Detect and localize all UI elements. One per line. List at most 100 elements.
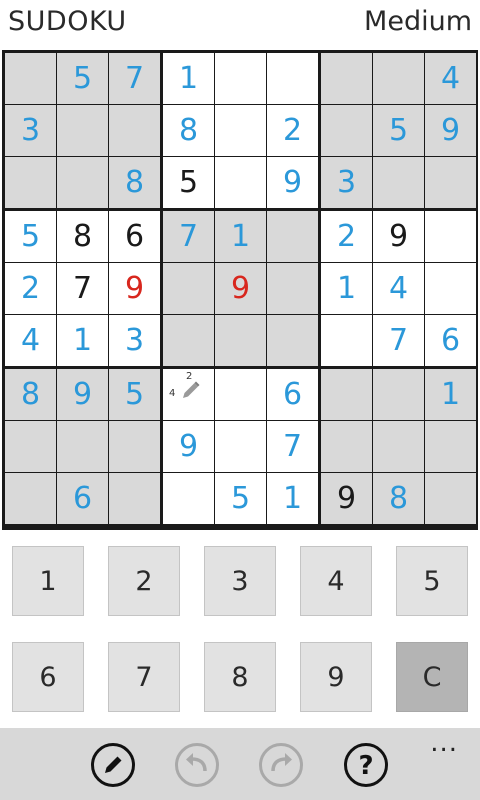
number-key-8[interactable]: 8 — [204, 642, 276, 712]
grid-cell-r3c9[interactable] — [425, 157, 476, 208]
grid-cell-r9c8[interactable]: 8 — [373, 473, 424, 524]
grid-cell-r9c5[interactable]: 5 — [215, 473, 266, 524]
grid-cell-r5c5[interactable]: 9 — [215, 263, 266, 314]
grid-cell-r9c9[interactable] — [425, 473, 476, 524]
grid-cell-r8c4[interactable]: 9 — [163, 421, 214, 472]
grid-cell-r9c6[interactable]: 1 — [267, 473, 318, 524]
undo-button[interactable] — [174, 742, 220, 788]
grid-cell-r6c1[interactable]: 4 — [5, 315, 56, 366]
grid-cell-r5c7[interactable]: 1 — [321, 263, 372, 314]
grid-cell-r4c7[interactable]: 2 — [321, 211, 372, 262]
grid-cell-r7c7[interactable] — [321, 369, 372, 420]
grid-cell-r7c9[interactable]: 1 — [425, 369, 476, 420]
number-key-4[interactable]: 4 — [300, 546, 372, 616]
grid-cell-r2c5[interactable] — [215, 105, 266, 156]
number-key-5[interactable]: 5 — [396, 546, 468, 616]
grid-cell-r7c4[interactable]: 24 — [163, 369, 214, 420]
grid-cell-r4c5[interactable]: 1 — [215, 211, 266, 262]
grid-cell-r6c9[interactable]: 6 — [425, 315, 476, 366]
grid-cell-r4c3[interactable]: 6 — [109, 211, 160, 262]
grid-cell-r8c6[interactable]: 7 — [267, 421, 318, 472]
redo-button[interactable] — [258, 742, 304, 788]
grid-cell-r3c6[interactable]: 9 — [267, 157, 318, 208]
grid-cell-r3c7[interactable]: 3 — [321, 157, 372, 208]
grid-cell-r1c3[interactable]: 7 — [109, 53, 160, 104]
number-key-6[interactable]: 6 — [12, 642, 84, 712]
grid-cell-r3c8[interactable] — [373, 157, 424, 208]
grid-cell-r9c3[interactable] — [109, 473, 160, 524]
grid-cell-r2c7[interactable] — [321, 105, 372, 156]
grid-cell-r3c4[interactable]: 5 — [163, 157, 214, 208]
grid-cell-r6c5[interactable] — [215, 315, 266, 366]
grid-cell-r1c2[interactable]: 5 — [57, 53, 108, 104]
grid-cell-r3c5[interactable] — [215, 157, 266, 208]
grid-cell-r8c2[interactable] — [57, 421, 108, 472]
grid-cell-r5c2[interactable]: 7 — [57, 263, 108, 314]
grid-cell-r7c8[interactable] — [373, 369, 424, 420]
grid-cell-r8c9[interactable] — [425, 421, 476, 472]
grid-cell-r5c3[interactable]: 9 — [109, 263, 160, 314]
grid-cell-r5c8[interactable]: 4 — [373, 263, 424, 314]
grid-cell-r5c9[interactable] — [425, 263, 476, 314]
grid-cell-r6c3[interactable]: 3 — [109, 315, 160, 366]
grid-cell-r2c6[interactable]: 2 — [267, 105, 318, 156]
grid-cell-r8c1[interactable] — [5, 421, 56, 472]
grid-cell-r6c6[interactable] — [267, 315, 318, 366]
pencil-mode-button[interactable] — [90, 742, 136, 788]
grid-cell-r9c2[interactable]: 6 — [57, 473, 108, 524]
grid-cell-r4c2[interactable]: 8 — [57, 211, 108, 262]
grid-cell-r8c8[interactable] — [373, 421, 424, 472]
grid-cell-r6c4[interactable] — [163, 315, 214, 366]
grid-cell-r1c5[interactable] — [215, 53, 266, 104]
grid-cell-r6c7[interactable] — [321, 315, 372, 366]
grid-cell-r1c9[interactable]: 4 — [425, 53, 476, 104]
grid-cell-r9c1[interactable] — [5, 473, 56, 524]
number-key-9[interactable]: 9 — [300, 642, 372, 712]
grid-cell-r1c7[interactable] — [321, 53, 372, 104]
grid-cell-r4c1[interactable]: 5 — [5, 211, 56, 262]
difficulty-label[interactable]: Medium — [364, 6, 472, 37]
grid-cell-r4c4[interactable]: 7 — [163, 211, 214, 262]
help-button[interactable]: ? — [343, 742, 389, 788]
more-options-button[interactable]: ... — [430, 728, 458, 758]
grid-cell-r3c2[interactable] — [57, 157, 108, 208]
grid-cell-r3c1[interactable] — [5, 157, 56, 208]
number-key-2[interactable]: 2 — [108, 546, 180, 616]
grid-cell-r2c4[interactable]: 8 — [163, 105, 214, 156]
grid-cell-r1c8[interactable] — [373, 53, 424, 104]
grid-cell-r4c9[interactable] — [425, 211, 476, 262]
number-key-7[interactable]: 7 — [108, 642, 180, 712]
grid-cell-r7c1[interactable]: 8 — [5, 369, 56, 420]
number-key-3[interactable]: 3 — [204, 546, 276, 616]
grid-cell-r8c5[interactable] — [215, 421, 266, 472]
grid-cell-r3c3[interactable]: 8 — [109, 157, 160, 208]
grid-cell-r1c4[interactable]: 1 — [163, 53, 214, 104]
grid-cell-r1c1[interactable] — [5, 53, 56, 104]
grid-cell-r8c3[interactable] — [109, 421, 160, 472]
grid-cell-r7c2[interactable]: 9 — [57, 369, 108, 420]
grid-cell-r2c1[interactable]: 3 — [5, 105, 56, 156]
number-key-1[interactable]: 1 — [12, 546, 84, 616]
grid-cell-r2c8[interactable]: 5 — [373, 105, 424, 156]
grid-cell-r5c6[interactable] — [267, 263, 318, 314]
grid-cell-r2c9[interactable]: 9 — [425, 105, 476, 156]
cell-digit: 8 — [178, 112, 199, 148]
grid-cell-r4c6[interactable] — [267, 211, 318, 262]
grid-cell-r8c7[interactable] — [321, 421, 372, 472]
cell-digit: 6 — [440, 322, 461, 358]
grid-cell-r9c4[interactable] — [163, 473, 214, 524]
grid-cell-r9c7[interactable]: 9 — [321, 473, 372, 524]
clear-key[interactable]: C — [396, 642, 468, 712]
grid-cell-r1c6[interactable] — [267, 53, 318, 104]
grid-cell-r5c1[interactable]: 2 — [5, 263, 56, 314]
cell-digit: 9 — [178, 428, 199, 464]
grid-cell-r7c3[interactable]: 5 — [109, 369, 160, 420]
grid-cell-r7c6[interactable]: 6 — [267, 369, 318, 420]
grid-cell-r4c8[interactable]: 9 — [373, 211, 424, 262]
grid-cell-r6c8[interactable]: 7 — [373, 315, 424, 366]
grid-cell-r2c2[interactable] — [57, 105, 108, 156]
grid-cell-r5c4[interactable] — [163, 263, 214, 314]
grid-cell-r2c3[interactable] — [109, 105, 160, 156]
grid-cell-r6c2[interactable]: 1 — [57, 315, 108, 366]
grid-cell-r7c5[interactable] — [215, 369, 266, 420]
